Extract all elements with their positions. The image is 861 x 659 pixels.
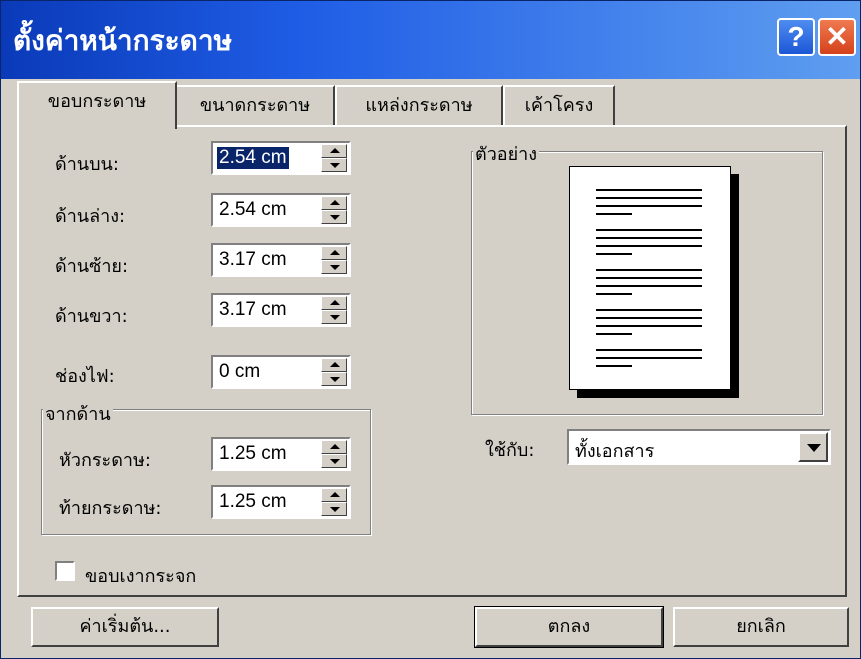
right-margin-spinner[interactable] [321, 296, 347, 324]
preview-text-line [596, 205, 702, 207]
spin-up-icon[interactable] [321, 296, 347, 310]
preview-text-line [596, 253, 632, 255]
header-label: หัวกระดาษ: [59, 450, 151, 471]
tab-paper-source-label: แหล่งกระดาษ [365, 95, 473, 116]
bottom-margin-value[interactable]: 2.54 cm [217, 199, 289, 221]
footer-label: ท้ายกระดาษ: [59, 498, 162, 519]
spin-down-icon[interactable] [321, 502, 347, 516]
preview-text-line [596, 317, 702, 319]
tab-margins[interactable]: ขอบกระดาษ [17, 81, 177, 129]
from-edge-title: จากด้าน [43, 399, 113, 428]
preview-text-line [596, 189, 702, 191]
gutter-input[interactable]: 0 cm [211, 355, 351, 389]
left-margin-spinner[interactable] [321, 246, 347, 274]
header-value[interactable]: 1.25 cm [217, 443, 289, 465]
spin-down-icon[interactable] [321, 210, 347, 224]
spin-up-icon[interactable] [321, 246, 347, 260]
top-margin-input[interactable]: 2.54 cm [211, 141, 351, 175]
preview-text-line [596, 325, 702, 327]
preview-text-line [596, 333, 632, 335]
page-setup-dialog: ตั้งค่าหน้ากระดาษ ? ✕ ขอบกระดาษ ขนาดกระด… [0, 0, 861, 659]
spin-up-icon[interactable] [321, 144, 347, 158]
preview-text-line [596, 349, 702, 351]
close-button[interactable]: ✕ [818, 18, 856, 56]
title-bar[interactable]: ตั้งค่าหน้ากระดาษ ? ✕ [1, 1, 860, 79]
preview-text-line [596, 277, 702, 279]
apply-to-dropdown[interactable]: ทั้งเอกสาร [567, 429, 831, 465]
window-title: ตั้งค่าหน้ากระดาษ [13, 24, 233, 57]
top-margin-spinner[interactable] [321, 144, 347, 172]
chevron-down-icon[interactable] [798, 432, 828, 462]
preview-text-line [596, 197, 702, 199]
spin-down-icon[interactable] [321, 454, 347, 468]
ok-button-label: ตกลง [547, 616, 591, 637]
header-spinner[interactable] [321, 440, 347, 468]
footer-value[interactable]: 1.25 cm [217, 491, 289, 513]
footer-input[interactable]: 1.25 cm [211, 485, 351, 519]
preview-text-line [596, 269, 702, 271]
page-preview [569, 166, 731, 390]
top-margin-label: ด้านบน: [55, 154, 119, 175]
help-button[interactable]: ? [777, 18, 815, 56]
preview-title: ตัวอย่าง [473, 139, 540, 168]
gutter-spinner[interactable] [321, 358, 347, 386]
bottom-margin-input[interactable]: 2.54 cm [211, 193, 351, 227]
apply-to-label: ใช้กับ: [485, 440, 535, 461]
ok-button[interactable]: ตกลง [474, 606, 664, 648]
spin-down-icon[interactable] [321, 158, 347, 172]
top-margin-value[interactable]: 2.54 cm [217, 147, 289, 169]
mirror-margins-checkbox[interactable] [55, 561, 75, 581]
footer-spinner[interactable] [321, 488, 347, 516]
tab-layout-label: เค้าโครง [524, 95, 594, 116]
bottom-margin-spinner[interactable] [321, 196, 347, 224]
preview-text-line [596, 245, 702, 247]
preview-text-line [596, 365, 632, 367]
spin-down-icon[interactable] [321, 310, 347, 324]
gutter-value[interactable]: 0 cm [217, 361, 262, 383]
left-margin-label: ด้านซ้าย: [55, 256, 129, 277]
spin-up-icon[interactable] [321, 488, 347, 502]
tab-paper-source[interactable]: แหล่งกระดาษ [335, 85, 503, 127]
left-margin-value[interactable]: 3.17 cm [217, 249, 289, 271]
preview-text-line [596, 229, 702, 231]
tab-paper-size-label: ขนาดกระดาษ [199, 95, 311, 116]
gutter-label: ช่องไฟ: [55, 366, 115, 387]
left-margin-input[interactable]: 3.17 cm [211, 243, 351, 277]
preview-text-line [596, 285, 702, 287]
header-input[interactable]: 1.25 cm [211, 437, 351, 471]
right-margin-value[interactable]: 3.17 cm [217, 299, 289, 321]
spin-down-icon[interactable] [321, 260, 347, 274]
cancel-button[interactable]: ยกเลิก [673, 607, 849, 647]
mirror-margins-label[interactable]: ขอบเงากระจก [85, 561, 196, 590]
preview-text-line [596, 237, 702, 239]
tab-paper-size[interactable]: ขนาดกระดาษ [175, 85, 335, 127]
right-margin-input[interactable]: 3.17 cm [211, 293, 351, 327]
preview-text-line [596, 309, 702, 311]
spin-up-icon[interactable] [321, 196, 347, 210]
spin-down-icon[interactable] [321, 372, 347, 386]
apply-to-value[interactable]: ทั้งเอกสาร [575, 436, 654, 465]
bottom-margin-label: ด้านล่าง: [55, 206, 126, 227]
help-icon: ? [787, 21, 805, 52]
spin-up-icon[interactable] [321, 358, 347, 372]
preview-text-line [596, 357, 702, 359]
tab-margins-label: ขอบกระดาษ [47, 91, 147, 112]
cancel-button-label: ยกเลิก [736, 616, 786, 637]
preview-text-line [596, 213, 632, 215]
spin-up-icon[interactable] [321, 440, 347, 454]
preview-text-line [596, 293, 632, 295]
right-margin-label: ด้านขวา: [55, 306, 128, 327]
default-button-label: ค่าเริ่มต้น... [79, 616, 171, 637]
default-button[interactable]: ค่าเริ่มต้น... [31, 607, 219, 647]
tab-layout[interactable]: เค้าโครง [503, 85, 615, 127]
close-icon: ✕ [825, 21, 849, 52]
